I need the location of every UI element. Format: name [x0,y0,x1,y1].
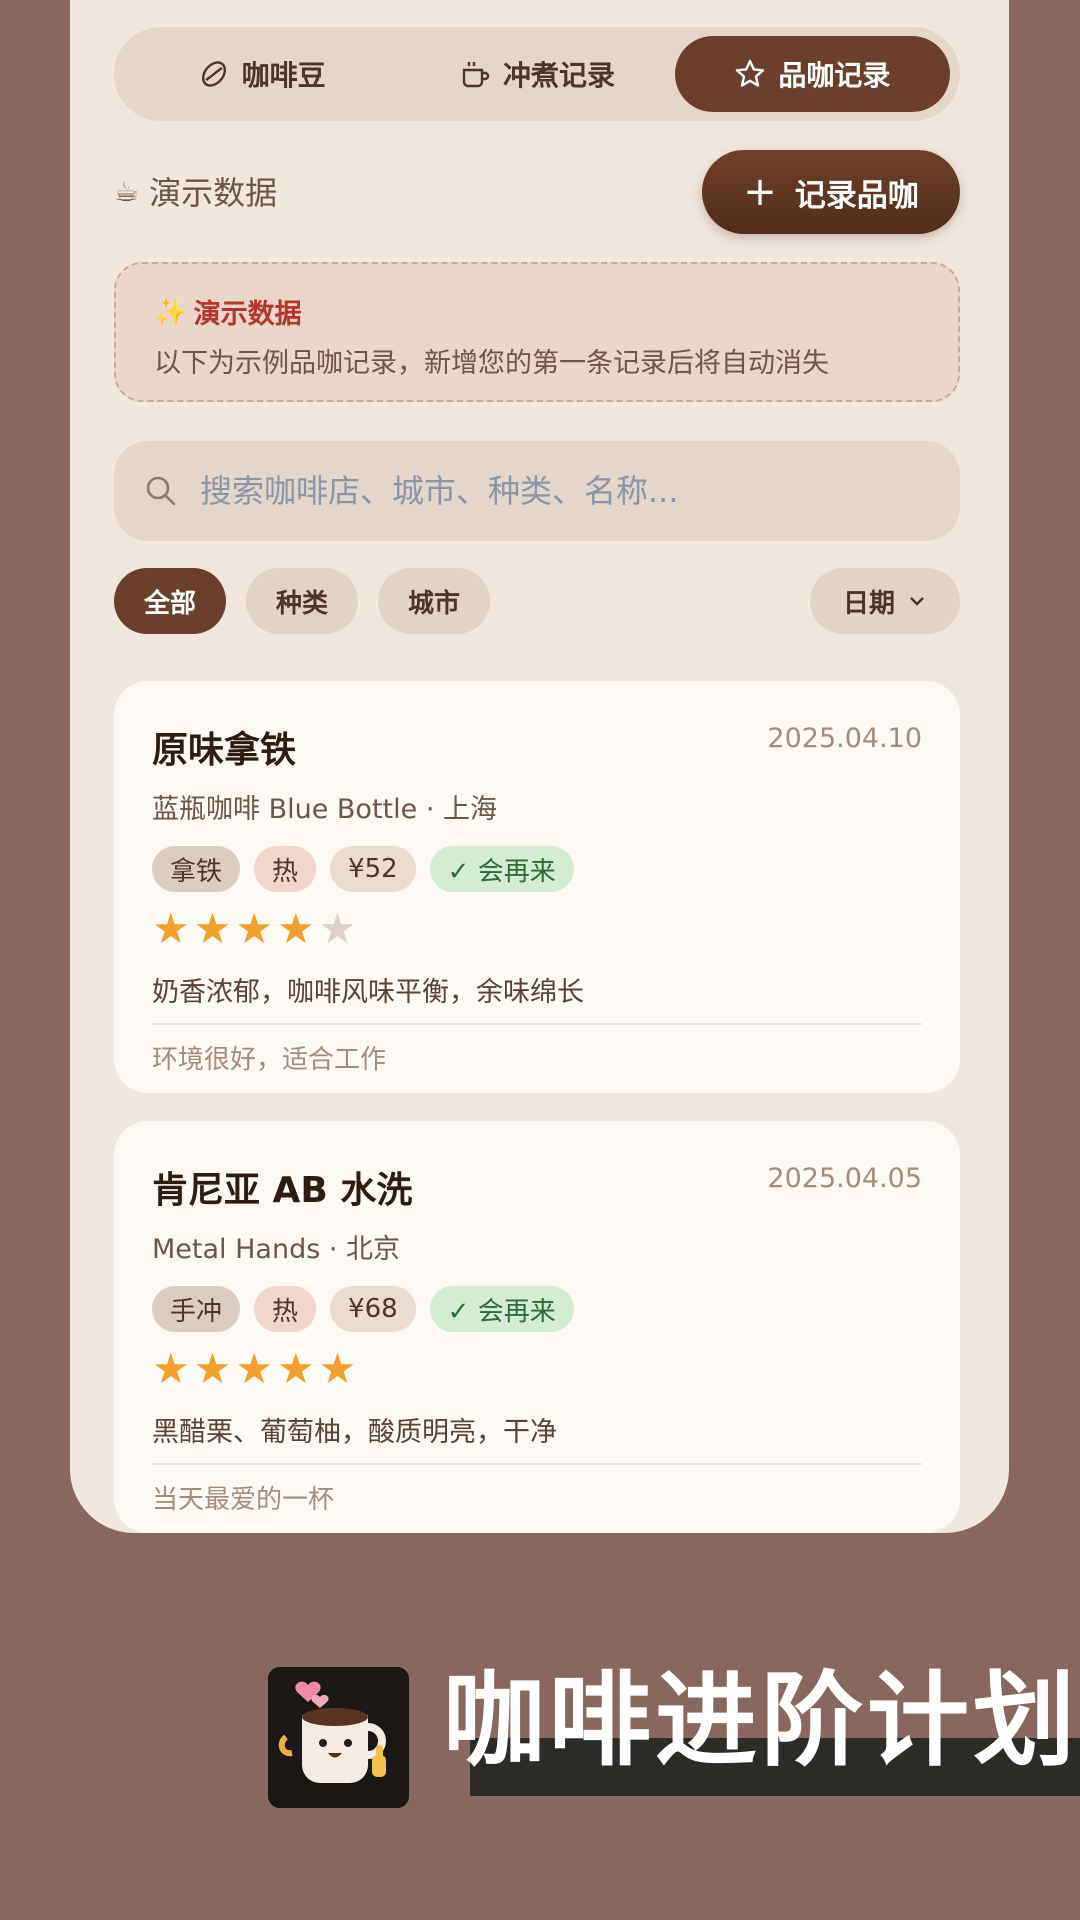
notice-title: 演示数据 [193,299,302,330]
demo-data-text: 演示数据 [149,174,278,212]
add-tasting-label: 记录品咖 [794,177,919,214]
card-date: 2025.04.10 [767,723,922,754]
demo-data-label: ☕ 演示数据 [114,168,277,214]
card-shop: Metal Hands · 北京 [152,1234,401,1265]
filter-all[interactable]: 全部 [114,568,226,634]
card-flavor: 黑醋栗、葡萄柚，酸质明亮，干净 [152,1417,557,1448]
star-filled-icon: ★ [193,1344,232,1393]
star-filled-icon: ★ [276,1344,315,1393]
card-tags: 拿铁 热 ¥52 ✓ 会再来 [152,846,922,892]
card-divider [152,1463,922,1465]
tag-temp: 热 [254,846,317,892]
rating-stars: ★ ★ ★ ★ ★ [152,908,922,950]
star-filled-icon: ★ [152,1344,190,1393]
tag-will-return: ✓ 会再来 [429,846,574,892]
bean-icon [201,61,226,87]
star-filled-icon: ★ [276,904,315,953]
tag-temp: 热 [254,1286,317,1332]
filter-city[interactable]: 城市 [378,568,490,634]
tag-will-return: ✓ 会再来 [429,1286,574,1332]
tag-kind: 手冲 [152,1286,241,1332]
sort-date-dropdown[interactable]: 日期 [810,568,960,634]
tab-beans[interactable]: 咖啡豆 [124,36,399,112]
search-input[interactable] [200,472,900,510]
tasting-card[interactable]: 肯尼亚 AB 水洗 2025.04.05 Metal Hands · 北京 手冲… [114,1121,960,1533]
demo-notice: ✨ 演示数据 以下为示例品咖记录，新增您的第一条记录后将自动消失 [114,262,960,402]
coffee-cup-icon [462,62,490,88]
tag-price: ¥52 [330,846,416,892]
tab-brew-label: 冲煮记录 [502,59,615,92]
plus-icon: + [743,169,777,215]
app-screen: 咖啡豆 冲煮记录 品咖记录 ☕ 演示数据 + 记录品咖 ✨ 演示数据 以下为示例… [70,0,1009,1533]
sort-date-label: 日期 [842,588,895,619]
card-date: 2025.04.05 [767,1163,922,1194]
brand-title: 咖啡进阶计划 [443,1662,1079,1781]
tab-brew[interactable]: 冲煮记录 [399,36,674,112]
star-filled-icon: ★ [152,904,190,953]
filter-kind[interactable]: 种类 [246,568,358,634]
notice-text: 以下为示例品咖记录，新增您的第一条记录后将自动消失 [154,348,829,379]
app-logo [268,1667,409,1808]
tasting-card[interactable]: 原味拿铁 2025.04.10 蓝瓶咖啡 Blue Bottle · 上海 拿铁… [114,681,960,1093]
star-filled-icon: ★ [318,1344,357,1393]
coffee-emoji-icon: ☕ [114,174,140,208]
tab-beans-label: 咖啡豆 [241,59,326,92]
chevron-down-icon [910,597,924,606]
star-filled-icon: ★ [235,904,273,953]
tab-tasting-label: 品咖记录 [778,59,891,92]
tab-bar: 咖啡豆 冲煮记录 品咖记录 [114,27,960,121]
star-filled-icon: ★ [235,1344,273,1393]
card-note: 环境很好，适合工作 [152,1045,387,1075]
star-filled-icon: ★ [193,904,232,953]
card-tags: 手冲 热 ¥68 ✓ 会再来 [152,1286,922,1332]
star-empty-icon: ★ [318,904,357,953]
card-flavor: 奶香浓郁，咖啡风味平衡，余味绵长 [152,977,584,1008]
card-divider [152,1023,922,1025]
rating-stars: ★ ★ ★ ★ ★ [152,1348,922,1390]
coffee-mascot-icon [268,1667,409,1808]
tag-price: ¥68 [330,1286,416,1332]
search-bar[interactable] [114,441,960,541]
add-tasting-button[interactable]: + 记录品咖 [702,150,960,234]
notice-title-row: ✨ 演示数据 [154,292,920,331]
card-note: 当天最爱的一杯 [152,1485,335,1515]
tag-kind: 拿铁 [152,846,241,892]
tab-tasting[interactable]: 品咖记录 [674,36,950,112]
star-icon [736,59,765,87]
card-shop: 蓝瓶咖啡 Blue Bottle · 上海 [152,794,497,825]
search-icon [146,476,176,506]
sparkle-icon: ✨ [154,296,188,328]
